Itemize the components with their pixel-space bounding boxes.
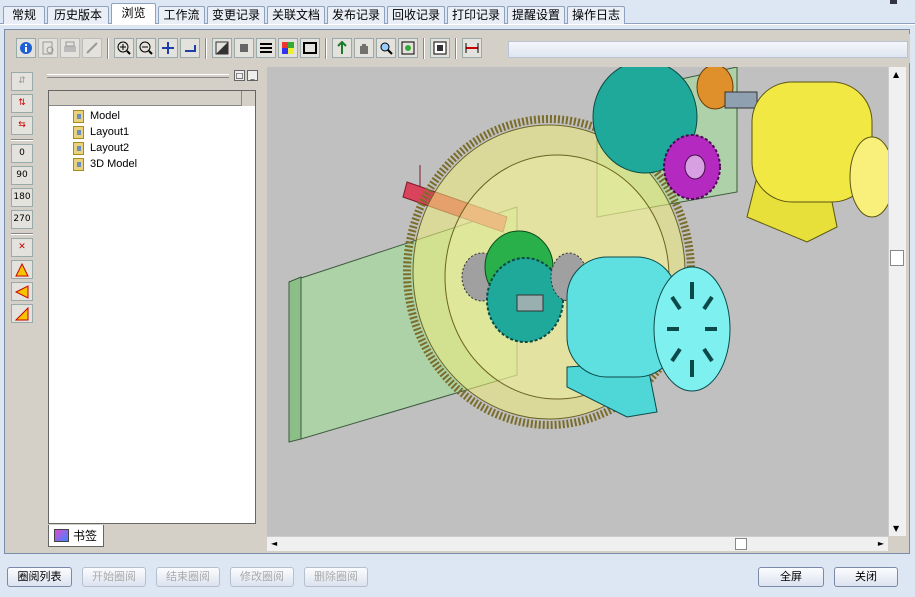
rotate-180-icon[interactable]: 180 [11, 188, 33, 207]
horizontal-scrollbar[interactable]: ◄ ► [267, 536, 888, 551]
toolbar-separator [455, 38, 457, 59]
gear-assembly-drawing [288, 67, 888, 443]
black-white-icon[interactable] [234, 38, 254, 58]
column-resizer[interactable] [241, 91, 255, 106]
layout-icon [73, 157, 84, 171]
tree-item-label: Model [90, 110, 120, 122]
view-iso-icon[interactable] [11, 304, 33, 323]
pen-icon[interactable] [82, 38, 102, 58]
restore-icon[interactable]: □ [234, 70, 245, 81]
color-blocks-icon[interactable] [278, 38, 298, 58]
bookmark-tab-label: 书签 [73, 529, 98, 543]
tree-item-layout2[interactable]: Layout2 [73, 140, 129, 156]
window-icon[interactable] [300, 38, 320, 58]
tree-item-label: Layout2 [90, 142, 130, 154]
toolbar-separator [423, 38, 425, 59]
bookmark-icon [54, 529, 69, 542]
zoom-extents-icon[interactable] [398, 38, 418, 58]
zoom-out-icon[interactable] [136, 38, 156, 58]
view-left-icon[interactable] [11, 282, 33, 301]
scroll-right-icon[interactable]: ► [878, 539, 884, 548]
toolbar-separator [11, 139, 33, 141]
tab-operation-log[interactable]: 操作日志 [567, 6, 625, 24]
toolbar-separator [11, 233, 33, 235]
end-review-button[interactable]: 结束圈阅 [156, 567, 220, 587]
toolbar-separator [107, 38, 109, 59]
tree-panel-header: □ _ [47, 68, 260, 90]
toolbar-filler [508, 41, 908, 58]
scroll-left-icon[interactable]: ◄ [271, 539, 277, 548]
layers-icon[interactable] [256, 38, 276, 58]
tab-workflow[interactable]: 工作流 [158, 6, 205, 24]
layout-icon [73, 141, 84, 155]
clear-markup-icon[interactable]: ✕ [11, 238, 33, 257]
toolbar-separator [205, 38, 207, 59]
rotate-0-icon[interactable]: 0 [11, 144, 33, 163]
mirror-horizontal-icon[interactable]: ⇆ [11, 116, 33, 135]
measure-icon[interactable] [180, 38, 200, 58]
tab-release-log[interactable]: 发布记录 [327, 6, 385, 24]
tab-change-log[interactable]: 变更记录 [207, 6, 265, 24]
rotate-270-icon[interactable]: 270 [11, 210, 33, 229]
vertical-scroll-thumb[interactable] [890, 250, 904, 266]
close-button[interactable]: 关闭 [834, 567, 898, 587]
layout-tree-panel: □ _ Model Layout1 Layout2 3D Model 书签 [47, 68, 260, 552]
toolbar-separator [325, 38, 327, 59]
tab-browse[interactable]: 浏览 [111, 3, 156, 24]
hand-pan-icon[interactable] [354, 38, 374, 58]
tab-history[interactable]: 历史版本 [47, 6, 109, 24]
cursor-icon[interactable] [332, 38, 352, 58]
tree-view: Model Layout1 Layout2 3D Model [48, 90, 256, 524]
rotate-90-icon[interactable]: 90 [11, 166, 33, 185]
layout-icon [73, 125, 84, 139]
magenta-hub [684, 154, 706, 180]
tree-item-layout1[interactable]: Layout1 [73, 124, 129, 140]
delete-review-button[interactable]: 删除圈阅 [304, 567, 368, 587]
view-front-icon[interactable] [11, 260, 33, 279]
tree-column-header [49, 91, 255, 106]
zoom-window-icon[interactable] [376, 38, 396, 58]
tab-print-log[interactable]: 打印记录 [447, 6, 505, 24]
pan-arrows-icon[interactable] [158, 38, 178, 58]
fullscreen-button[interactable]: 全屏 [758, 567, 824, 587]
info-icon[interactable] [16, 38, 36, 58]
viewer-toolbar [6, 34, 910, 63]
mirror-disabled-icon[interactable]: ⇵ [11, 72, 33, 91]
panel-grip[interactable] [47, 74, 229, 78]
vertical-scrollbar[interactable]: ▲ ▼ [888, 67, 906, 536]
dimension-icon[interactable] [462, 38, 482, 58]
scroll-up-icon[interactable]: ▲ [893, 70, 899, 79]
corner-marker-icon [890, 0, 897, 4]
tree-item-label: 3D Model [90, 158, 138, 170]
layout-icon [73, 109, 84, 123]
start-review-button[interactable]: 开始圈阅 [82, 567, 146, 587]
gear-shaft [516, 294, 544, 312]
tree-item-3d-model[interactable]: 3D Model [73, 156, 137, 172]
background-icon[interactable] [212, 38, 232, 58]
horizontal-scroll-thumb[interactable] [735, 538, 747, 550]
print-icon[interactable] [60, 38, 80, 58]
review-list-button[interactable]: 圈阅列表 [7, 567, 72, 587]
scroll-down-icon[interactable]: ▼ [893, 524, 899, 533]
edit-review-button[interactable]: 修改圈阅 [230, 567, 294, 587]
tree-item-model[interactable]: Model [73, 108, 120, 124]
tab-general[interactable]: 常规 [3, 6, 45, 24]
zoom-in-icon[interactable] [114, 38, 134, 58]
yellow-motor-shaft [724, 91, 758, 109]
model-viewport[interactable] [267, 67, 888, 536]
bookmark-tab[interactable]: 书签 [48, 525, 104, 547]
minimize-icon[interactable]: _ [247, 70, 258, 81]
tab-recycle-log[interactable]: 回收记录 [387, 6, 445, 24]
tab-reminder-settings[interactable]: 提醒设置 [507, 6, 565, 24]
left-toolbar: ⇵ ⇅ ⇆ 0 90 180 270 ✕ [9, 68, 35, 328]
tree-item-label: Layout1 [90, 126, 130, 138]
left-plate-edge [288, 276, 302, 443]
print-preview-icon[interactable] [38, 38, 58, 58]
tab-bar: 常规 历史版本 浏览 工作流 变更记录 关联文档 发布记录 回收记录 打印记录 … [0, 0, 915, 25]
properties-icon[interactable] [430, 38, 450, 58]
mirror-vertical-icon[interactable]: ⇅ [11, 94, 33, 113]
tab-related-docs[interactable]: 关联文档 [267, 6, 325, 24]
